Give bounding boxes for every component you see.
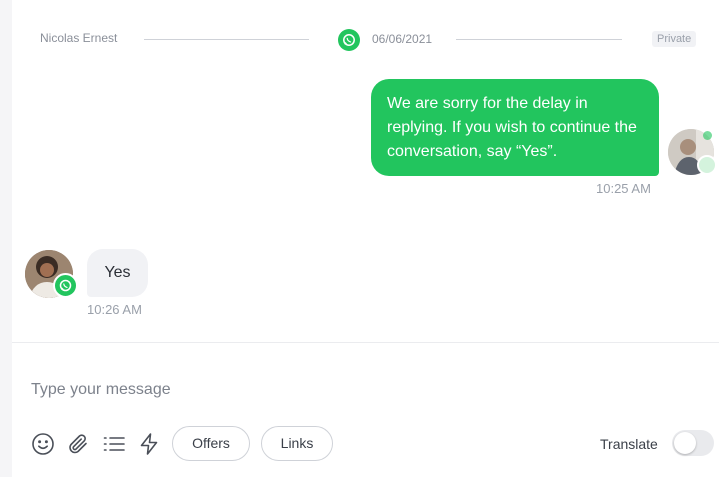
incoming-message-bubble: Yes	[87, 249, 148, 297]
agent-channel-icon	[697, 155, 717, 175]
message-input[interactable]	[31, 376, 591, 404]
links-button[interactable]: Links	[261, 426, 333, 461]
private-badge[interactable]: Private	[652, 31, 697, 47]
emoji-icon[interactable]	[30, 431, 56, 457]
header-divider-right	[456, 39, 622, 40]
outgoing-message-time: 10:25 AM	[596, 181, 651, 196]
header-divider-left	[144, 39, 309, 40]
offers-button[interactable]: Offers	[172, 426, 250, 461]
whatsapp-icon	[338, 29, 360, 51]
translate-toggle[interactable]	[672, 430, 714, 456]
agent-name: Nicolas Ernest	[40, 31, 118, 45]
agent-status-dot	[703, 131, 712, 140]
lightning-icon[interactable]	[136, 431, 162, 457]
left-panel-edge	[0, 0, 12, 477]
whatsapp-icon	[53, 273, 78, 298]
attachment-icon[interactable]	[65, 431, 91, 457]
translate-label: Translate	[600, 436, 658, 452]
incoming-message-time: 10:26 AM	[87, 302, 142, 317]
list-icon[interactable]	[101, 431, 127, 457]
composer-divider	[12, 342, 719, 343]
conversation-date: 06/06/2021	[372, 32, 433, 46]
outgoing-message-bubble: We are sorry for the delay in replying. …	[371, 79, 659, 176]
translate-toggle-knob	[674, 432, 696, 454]
